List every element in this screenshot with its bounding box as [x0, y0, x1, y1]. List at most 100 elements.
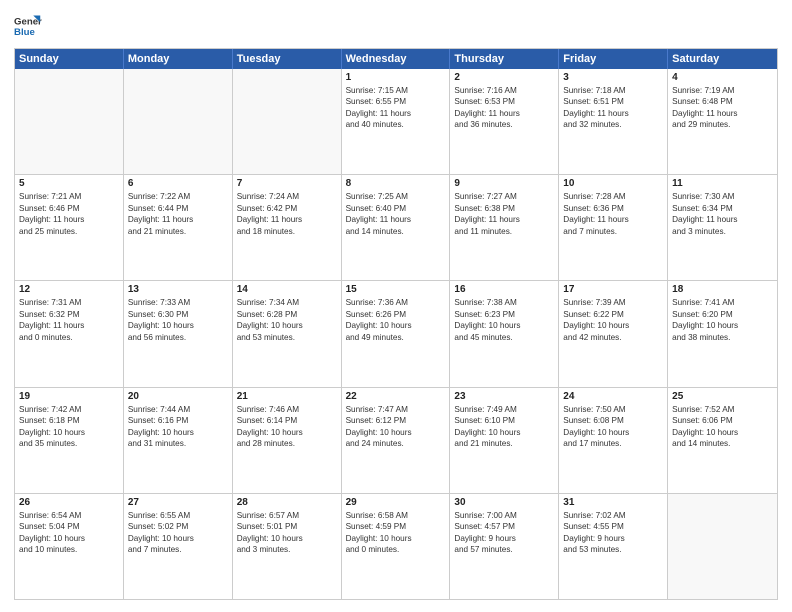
cell-info-line: Daylight: 11 hours — [346, 108, 446, 119]
cell-info-line: Sunset: 4:55 PM — [563, 521, 663, 532]
cell-info-line: Daylight: 9 hours — [454, 533, 554, 544]
cell-info-line: Sunset: 5:04 PM — [19, 521, 119, 532]
cell-info-line: and 36 minutes. — [454, 119, 554, 130]
cell-info-line: and 57 minutes. — [454, 544, 554, 555]
cell-info-line: Sunset: 6:06 PM — [672, 415, 773, 426]
cell-info-line: Daylight: 10 hours — [563, 427, 663, 438]
cell-info-line: and 53 minutes. — [237, 332, 337, 343]
cell-info-line: Sunset: 6:14 PM — [237, 415, 337, 426]
day-number: 5 — [19, 178, 119, 189]
cell-info-line: and 53 minutes. — [563, 544, 663, 555]
cell-info-line: and 21 minutes. — [454, 438, 554, 449]
cell-info-line: Daylight: 10 hours — [346, 533, 446, 544]
logo-icon: General Blue — [14, 12, 42, 40]
day-number: 2 — [454, 72, 554, 83]
cell-info-line: Sunrise: 7:21 AM — [19, 191, 119, 202]
day-number: 15 — [346, 284, 446, 295]
calendar-cell-9: 9Sunrise: 7:27 AMSunset: 6:38 PMDaylight… — [450, 175, 559, 280]
day-number: 21 — [237, 391, 337, 402]
calendar-cell-28: 28Sunrise: 6:57 AMSunset: 5:01 PMDayligh… — [233, 494, 342, 599]
calendar-row-2: 12Sunrise: 7:31 AMSunset: 6:32 PMDayligh… — [15, 280, 777, 386]
cell-info-line: Daylight: 11 hours — [128, 214, 228, 225]
cell-info-line: Sunset: 6:55 PM — [346, 96, 446, 107]
cell-info-line: Sunset: 6:16 PM — [128, 415, 228, 426]
cell-info-line: Sunrise: 7:15 AM — [346, 85, 446, 96]
cell-info-line: Sunset: 6:30 PM — [128, 309, 228, 320]
cell-info-line: Sunset: 6:40 PM — [346, 203, 446, 214]
cell-info-line: Sunrise: 7:49 AM — [454, 404, 554, 415]
cell-info-line: Sunset: 6:12 PM — [346, 415, 446, 426]
svg-text:Blue: Blue — [14, 27, 35, 38]
cell-info-line: Sunset: 5:02 PM — [128, 521, 228, 532]
calendar-cell-24: 24Sunrise: 7:50 AMSunset: 6:08 PMDayligh… — [559, 388, 668, 493]
cell-info-line: Sunset: 5:01 PM — [237, 521, 337, 532]
cell-info-line: Sunset: 6:34 PM — [672, 203, 773, 214]
cell-info-line: and 32 minutes. — [563, 119, 663, 130]
cell-info-line: Daylight: 10 hours — [454, 320, 554, 331]
day-number: 23 — [454, 391, 554, 402]
weekday-header-friday: Friday — [559, 49, 668, 69]
cell-info-line: and 10 minutes. — [19, 544, 119, 555]
calendar-cell-29: 29Sunrise: 6:58 AMSunset: 4:59 PMDayligh… — [342, 494, 451, 599]
weekday-header-tuesday: Tuesday — [233, 49, 342, 69]
cell-info-line: and 7 minutes. — [128, 544, 228, 555]
day-number: 7 — [237, 178, 337, 189]
calendar-row-0: 1Sunrise: 7:15 AMSunset: 6:55 PMDaylight… — [15, 69, 777, 174]
cell-info-line: Daylight: 11 hours — [237, 214, 337, 225]
day-number: 16 — [454, 284, 554, 295]
cell-info-line: and 38 minutes. — [672, 332, 773, 343]
cell-info-line: Sunrise: 7:41 AM — [672, 297, 773, 308]
calendar-cell-12: 12Sunrise: 7:31 AMSunset: 6:32 PMDayligh… — [15, 281, 124, 386]
calendar-cell-14: 14Sunrise: 7:34 AMSunset: 6:28 PMDayligh… — [233, 281, 342, 386]
cell-info-line: Sunset: 4:59 PM — [346, 521, 446, 532]
cell-info-line: Sunrise: 7:31 AM — [19, 297, 119, 308]
weekday-header-wednesday: Wednesday — [342, 49, 451, 69]
cell-info-line: and 0 minutes. — [346, 544, 446, 555]
cell-info-line: and 11 minutes. — [454, 226, 554, 237]
calendar-cell-21: 21Sunrise: 7:46 AMSunset: 6:14 PMDayligh… — [233, 388, 342, 493]
cell-info-line: and 3 minutes. — [672, 226, 773, 237]
day-number: 11 — [672, 178, 773, 189]
cell-info-line: Sunrise: 6:57 AM — [237, 510, 337, 521]
cell-info-line: Sunrise: 7:00 AM — [454, 510, 554, 521]
cell-info-line: Sunrise: 7:02 AM — [563, 510, 663, 521]
cell-info-line: Sunset: 6:08 PM — [563, 415, 663, 426]
calendar-cell-23: 23Sunrise: 7:49 AMSunset: 6:10 PMDayligh… — [450, 388, 559, 493]
calendar-header: SundayMondayTuesdayWednesdayThursdayFrid… — [15, 49, 777, 69]
day-number: 22 — [346, 391, 446, 402]
cell-info-line: and 35 minutes. — [19, 438, 119, 449]
cell-info-line: and 7 minutes. — [563, 226, 663, 237]
cell-info-line: and 0 minutes. — [19, 332, 119, 343]
cell-info-line: Sunset: 6:51 PM — [563, 96, 663, 107]
cell-info-line: Daylight: 11 hours — [19, 320, 119, 331]
cell-info-line: Daylight: 11 hours — [672, 214, 773, 225]
cell-info-line: and 14 minutes. — [346, 226, 446, 237]
cell-info-line: Daylight: 9 hours — [563, 533, 663, 544]
calendar-cell-6: 6Sunrise: 7:22 AMSunset: 6:44 PMDaylight… — [124, 175, 233, 280]
cell-info-line: Daylight: 11 hours — [19, 214, 119, 225]
cell-info-line: Daylight: 10 hours — [672, 427, 773, 438]
calendar-cell-18: 18Sunrise: 7:41 AMSunset: 6:20 PMDayligh… — [668, 281, 777, 386]
cell-info-line: Daylight: 10 hours — [563, 320, 663, 331]
cell-info-line: Sunrise: 7:24 AM — [237, 191, 337, 202]
calendar-cell-empty-0-2 — [233, 69, 342, 174]
cell-info-line: Sunset: 6:46 PM — [19, 203, 119, 214]
calendar-cell-empty-4-6 — [668, 494, 777, 599]
cell-info-line: Daylight: 10 hours — [454, 427, 554, 438]
weekday-header-saturday: Saturday — [668, 49, 777, 69]
cell-info-line: Sunset: 6:53 PM — [454, 96, 554, 107]
calendar-cell-10: 10Sunrise: 7:28 AMSunset: 6:36 PMDayligh… — [559, 175, 668, 280]
calendar-cell-30: 30Sunrise: 7:00 AMSunset: 4:57 PMDayligh… — [450, 494, 559, 599]
day-number: 26 — [19, 497, 119, 508]
cell-info-line: Sunset: 6:28 PM — [237, 309, 337, 320]
cell-info-line: Daylight: 10 hours — [237, 533, 337, 544]
cell-info-line: Sunrise: 7:38 AM — [454, 297, 554, 308]
cell-info-line: Sunset: 4:57 PM — [454, 521, 554, 532]
cell-info-line: Daylight: 10 hours — [346, 320, 446, 331]
cell-info-line: and 17 minutes. — [563, 438, 663, 449]
cell-info-line: Daylight: 10 hours — [19, 427, 119, 438]
cell-info-line: Sunrise: 7:22 AM — [128, 191, 228, 202]
calendar-cell-17: 17Sunrise: 7:39 AMSunset: 6:22 PMDayligh… — [559, 281, 668, 386]
cell-info-line: and 56 minutes. — [128, 332, 228, 343]
calendar-cell-2: 2Sunrise: 7:16 AMSunset: 6:53 PMDaylight… — [450, 69, 559, 174]
